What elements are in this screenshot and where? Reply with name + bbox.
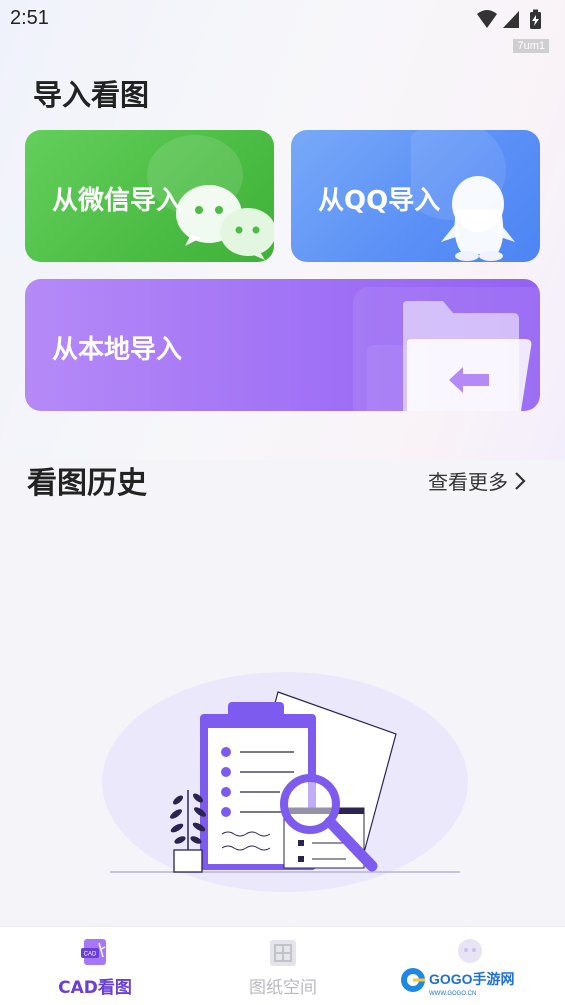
status-time: 2:51	[10, 7, 49, 29]
chevron-right-icon	[515, 471, 526, 490]
status-bar: 2:51 7um1	[0, 0, 565, 53]
view-more-link[interactable]: 查看更多	[428, 466, 526, 495]
svg-text:CAD: CAD	[84, 952, 97, 958]
status-icons	[477, 9, 541, 29]
wifi-icon	[477, 10, 497, 28]
import-from-wechat-card[interactable]: 从微信导入	[25, 130, 274, 262]
tab-cad-label: CAD看图	[58, 978, 132, 998]
drawing-space-icon	[270, 940, 296, 966]
tab-drawing-space-label: 图纸空间	[249, 978, 317, 998]
cad-file-icon: CAD	[81, 939, 106, 965]
view-more-label: 查看更多	[428, 470, 508, 494]
folder-import-icon	[353, 287, 540, 411]
tab-drawing-space[interactable]: 图纸空间	[235, 927, 331, 1005]
import-from-wechat-label: 从微信导入	[52, 186, 183, 216]
tab-cad-viewer[interactable]: CAD CAD看图	[50, 927, 140, 1005]
empty-history-illustration	[102, 672, 468, 892]
signal-icon	[503, 11, 519, 28]
battery-charging-icon	[530, 9, 541, 29]
import-from-local-label: 从本地导入	[52, 335, 183, 365]
watermark-text: GOGO手游网	[429, 971, 515, 987]
import-section-title: 导入看图	[33, 78, 150, 112]
watermark-subtext: WWW.GOGO.CN	[429, 991, 476, 997]
history-section-title: 看图历史	[27, 466, 147, 501]
import-from-qq-card[interactable]: 从QQ导入	[291, 130, 540, 262]
import-from-qq-label: 从QQ导入	[318, 186, 441, 216]
device-tag: 7um1	[513, 39, 549, 53]
site-watermark-logo: GOGO手游网 WWW.GOGO.CN	[401, 968, 515, 997]
import-from-local-card[interactable]: 从本地导入	[25, 279, 540, 411]
